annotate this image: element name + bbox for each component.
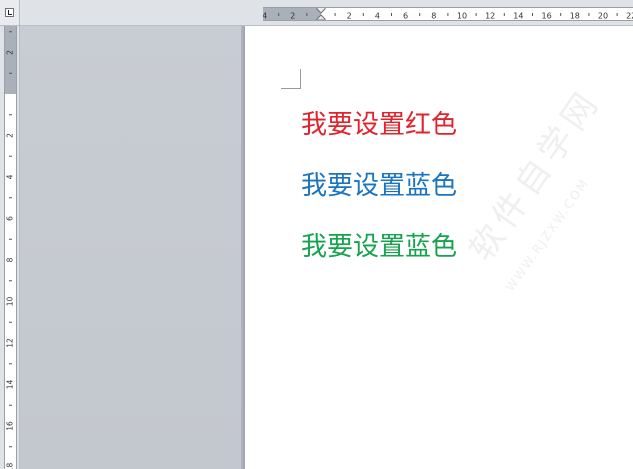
ruler-number: 18 <box>6 463 15 469</box>
ruler-number: 12 <box>485 12 495 21</box>
ruler-number: 4 <box>375 12 380 21</box>
ruler-number: 16 <box>542 12 552 21</box>
text-boundary-corner <box>281 69 301 89</box>
ruler-number: 6 <box>403 12 408 21</box>
ruler-number: 22 <box>626 12 633 21</box>
ruler-number: 20 <box>598 12 608 21</box>
ruler-number: 14 <box>6 380 15 390</box>
ruler-number: 18 <box>570 12 580 21</box>
ruler-number: 2 <box>290 12 295 21</box>
ruler-number: 8 <box>431 12 436 21</box>
watermark: 软件自学网 <box>461 81 610 269</box>
vertical-ruler-ticks: 2 2 4 6 8 10 12 14 16 18 <box>6 31 15 469</box>
ruler-number: 10 <box>6 297 15 307</box>
document-line-green[interactable]: 我要设置蓝色 <box>301 232 457 262</box>
ruler-number: 2 <box>347 12 352 21</box>
document-line-blue[interactable]: 我要设置蓝色 <box>301 171 457 201</box>
document-page[interactable]: 我要设置红色 我要设置蓝色 我要设置蓝色 软件自学网 WWW.RJZXW.COM <box>245 26 633 469</box>
ruler-number: 6 <box>6 216 15 221</box>
ruler-number: 4 <box>263 12 267 21</box>
ruler-number: 4 <box>6 174 15 179</box>
ruler-number: 12 <box>6 338 15 348</box>
ruler-number: 14 <box>513 12 523 21</box>
left-tab-icon <box>5 8 14 17</box>
ruler-number: 8 <box>6 257 15 262</box>
vertical-ruler-bar: 2 2 4 6 8 10 12 14 16 18 <box>0 26 20 469</box>
ruler-number: 2 <box>6 50 15 55</box>
tab-stop-selector[interactable] <box>0 0 20 26</box>
document-workspace: 我要设置红色 我要设置蓝色 我要设置蓝色 软件自学网 WWW.RJZXW.COM <box>20 26 633 469</box>
ruler-number: 16 <box>6 421 15 431</box>
ruler-number: 2 <box>6 133 15 138</box>
document-line-red[interactable]: 我要设置红色 <box>301 110 457 140</box>
horizontal-ruler[interactable]: 42246810121416182022 <box>263 7 633 21</box>
horizontal-ruler-bar: 42246810121416182022 <box>20 0 633 26</box>
vertical-ruler[interactable]: 2 2 4 6 8 10 12 14 16 18 <box>4 26 17 469</box>
ruler-number: 10 <box>457 12 467 21</box>
indent-marker-icon[interactable] <box>316 7 326 21</box>
